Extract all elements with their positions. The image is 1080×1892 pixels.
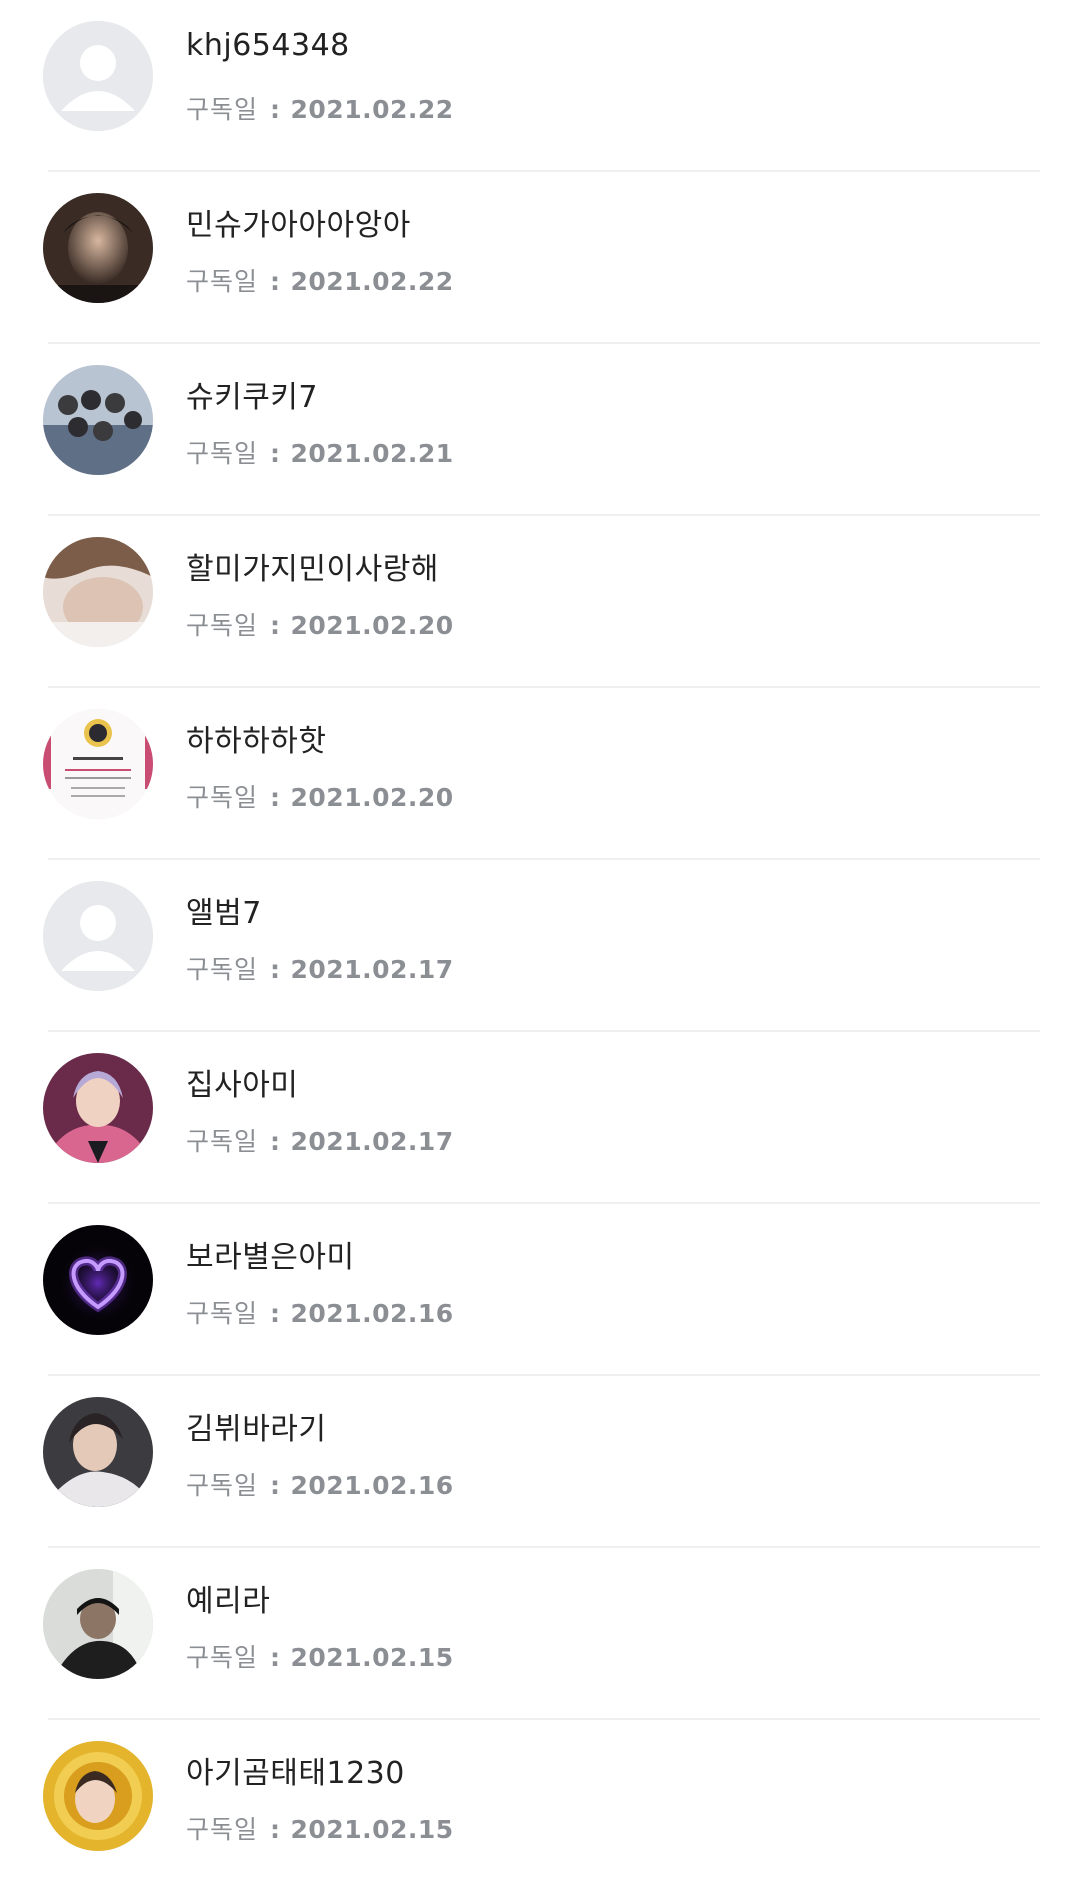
profile-photo[interactable] [43,1053,153,1163]
list-item[interactable]: 보라별은아미 구독일:2021.02.16 [0,1204,1080,1376]
subscribe-date: 구독일:2021.02.21 [186,434,454,470]
separator: : [270,1299,281,1328]
list-item[interactable]: 슈키쿠키7 구독일:2021.02.21 [0,344,1080,516]
subscribe-date: 구독일:2021.02.17 [186,950,454,986]
separator: : [270,955,281,984]
subscribe-date-value: 2021.02.16 [290,1299,454,1328]
subscribe-date-label: 구독일 [186,1815,259,1844]
subscriber-name: 민슈가아아아앙아 [186,208,411,243]
subscribe-date-value: 2021.02.21 [290,439,454,468]
separator: : [270,783,281,812]
profile-photo[interactable] [43,709,153,819]
subscribe-date-value: 2021.02.22 [290,267,454,296]
subscribe-date: 구독일:2021.02.20 [186,606,454,642]
subscriber-name: 보라별은아미 [186,1240,355,1275]
subscriber-name: 슈키쿠키7 [186,380,318,415]
subscribe-date: 구독일:2021.02.20 [186,778,454,814]
separator: : [270,267,281,296]
profile-photo[interactable] [43,537,153,647]
subscribe-date-label: 구독일 [186,95,259,124]
subscriber-name: 앨범7 [186,896,262,931]
default-avatar-icon[interactable] [43,21,153,131]
subscribe-date-value: 2021.02.20 [290,783,454,812]
subscribe-date-label: 구독일 [186,955,259,984]
list-item[interactable]: 민슈가아아아앙아 구독일:2021.02.22 [0,172,1080,344]
separator: : [270,439,281,468]
subscribe-date-value: 2021.02.17 [290,955,454,984]
subscriber-list: khj654348 구독일:2021.02.22 민슈가아아아앙아 구독일:20… [0,0,1080,1892]
subscriber-name: 집사아미 [186,1068,299,1103]
profile-photo[interactable] [43,1397,153,1507]
separator: : [270,1127,281,1156]
separator: : [270,1643,281,1672]
list-item[interactable]: 예리라 구독일:2021.02.15 [0,1548,1080,1720]
subscriber-name: 김뷔바라기 [186,1412,327,1447]
list-item[interactable]: 할미가지민이사랑해 구독일:2021.02.20 [0,516,1080,688]
subscriber-name: 할미가지민이사랑해 [186,552,439,587]
subscribe-date-label: 구독일 [186,439,259,468]
list-item[interactable]: 하하하하핫 구독일:2021.02.20 [0,688,1080,860]
subscribe-date-label: 구독일 [186,611,259,640]
profile-photo[interactable] [43,1741,153,1851]
subscribe-date: 구독일:2021.02.16 [186,1466,454,1502]
heart-icon[interactable] [43,1225,153,1335]
profile-photo[interactable] [43,365,153,475]
separator: : [270,1815,281,1844]
profile-photo[interactable] [43,1569,153,1679]
subscribe-date-value: 2021.02.15 [290,1643,454,1672]
subscribe-date: 구독일:2021.02.22 [186,262,454,298]
subscriber-name: 하하하하핫 [186,724,327,759]
separator: : [270,611,281,640]
subscribe-date-value: 2021.02.15 [290,1815,454,1844]
separator: : [270,1471,281,1500]
subscribe-date-label: 구독일 [186,1643,259,1672]
subscriber-name: khj654348 [186,28,350,63]
separator: : [270,95,281,124]
subscribe-date-label: 구독일 [186,1299,259,1328]
subscribe-date-label: 구독일 [186,1471,259,1500]
subscribe-date: 구독일:2021.02.15 [186,1810,454,1846]
subscribe-date-label: 구독일 [186,783,259,812]
subscribe-date-label: 구독일 [186,267,259,296]
subscribe-date: 구독일:2021.02.15 [186,1638,454,1674]
list-item[interactable]: khj654348 구독일:2021.02.22 [0,0,1080,172]
list-item[interactable]: 앨범7 구독일:2021.02.17 [0,860,1080,1032]
subscribe-date: 구독일:2021.02.22 [186,90,454,126]
subscribe-date-value: 2021.02.22 [290,95,454,124]
list-item[interactable]: 집사아미 구독일:2021.02.17 [0,1032,1080,1204]
subscribe-date-value: 2021.02.16 [290,1471,454,1500]
subscriber-name: 아기곰태태1230 [186,1756,405,1791]
default-avatar-icon[interactable] [43,881,153,991]
subscribe-date: 구독일:2021.02.16 [186,1294,454,1330]
subscriber-name: 예리라 [186,1584,271,1619]
subscribe-date-label: 구독일 [186,1127,259,1156]
profile-photo[interactable] [43,193,153,303]
subscribe-date-value: 2021.02.17 [290,1127,454,1156]
list-item[interactable]: 김뷔바라기 구독일:2021.02.16 [0,1376,1080,1548]
subscribe-date: 구독일:2021.02.17 [186,1122,454,1158]
list-item[interactable]: 아기곰태태1230 구독일:2021.02.15 [0,1720,1080,1892]
subscribe-date-value: 2021.02.20 [290,611,454,640]
